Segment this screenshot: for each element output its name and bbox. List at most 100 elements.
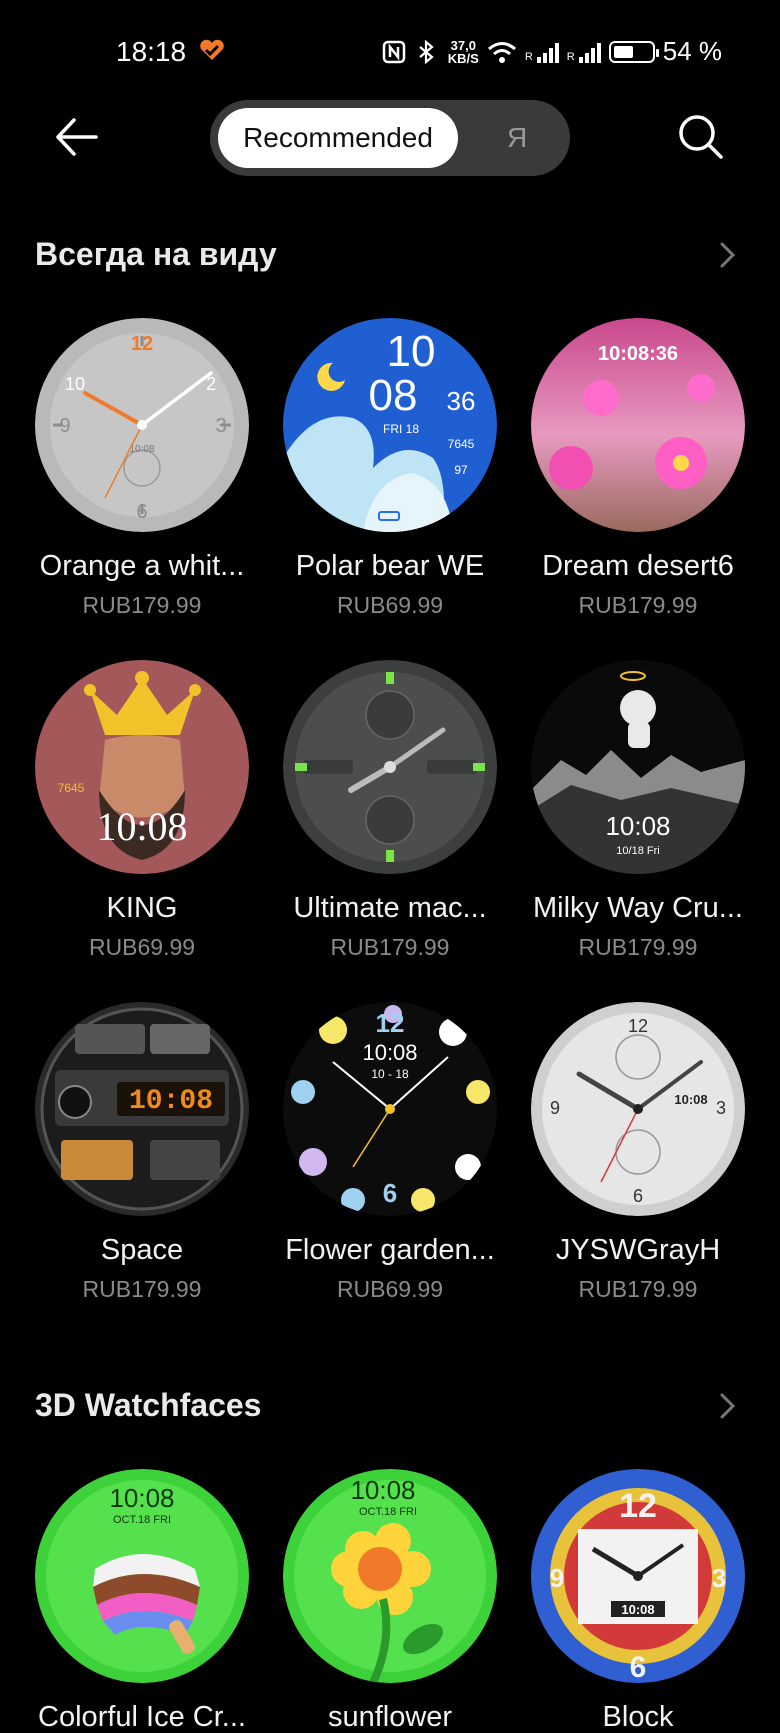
watchface-card[interactable]: 10:08 Space RUB179.99 bbox=[18, 1002, 266, 1302]
svg-text:3: 3 bbox=[215, 415, 226, 437]
health-heart-icon bbox=[200, 39, 224, 60]
watchface-price: RUB179.99 bbox=[82, 1276, 202, 1302]
watchface-preview[interactable]: 10:08 bbox=[35, 1002, 249, 1216]
section-title: Всегда на виду bbox=[35, 236, 277, 272]
polar-second: 36 bbox=[447, 386, 476, 416]
flower-time: 10:08 bbox=[362, 1040, 417, 1065]
polar-hour: 10 bbox=[387, 327, 436, 376]
milky-date: 10/18 Fri bbox=[616, 845, 659, 857]
svg-text:9: 9 bbox=[59, 415, 70, 437]
battery-percent: 54 % bbox=[662, 36, 722, 66]
svg-text:9: 9 bbox=[550, 1098, 560, 1118]
watchface-card[interactable]: 10:08 10/18 Fri Milky Way Cru... RUB179.… bbox=[514, 660, 762, 960]
watchface-card[interactable]: 12 6 9 3 10:08 Block bbox=[514, 1469, 762, 1733]
watchface-card[interactable]: 10:08:36 Dream desert6 RUB179.99 bbox=[514, 318, 762, 618]
watchface-price: RUB179.99 bbox=[578, 1276, 698, 1302]
watchface-name: Colorful Ice Cr... bbox=[38, 1701, 246, 1733]
watchface-preview[interactable]: 12 6 9 3 10:08 bbox=[531, 1002, 745, 1216]
watchface-preview[interactable]: 10:08 OCT.18 FRI bbox=[283, 1469, 497, 1683]
watchface-card[interactable]: 10 08 36 FRI 18 7645 97 Polar bear WE RU… bbox=[266, 318, 514, 618]
signal-icon-2: R bbox=[567, 41, 601, 63]
watchface-price: RUB69.99 bbox=[88, 934, 196, 960]
bluetooth-icon bbox=[419, 39, 434, 64]
king-time: 10:08 bbox=[96, 804, 187, 849]
watchface-price: RUB179.99 bbox=[578, 934, 698, 960]
watchface-card[interactable]: 12 10:08 10 - 18 6 Flower garden... RUB6… bbox=[266, 1002, 514, 1302]
polar-steps: 7645 bbox=[448, 437, 475, 451]
watchface-card[interactable]: 10:08 OCT.18 FRI Colorful Ice Cr... bbox=[18, 1469, 266, 1733]
watchface-preview[interactable]: 10:08 OCT.18 FRI bbox=[35, 1469, 249, 1683]
tab-recommended[interactable]: Recommended bbox=[218, 108, 458, 168]
ice-date: OCT.18 FRI bbox=[113, 1514, 171, 1526]
watchface-price: RUB179.99 bbox=[82, 592, 202, 618]
svg-text:6: 6 bbox=[383, 1178, 397, 1208]
signal-label-2: R bbox=[566, 50, 575, 63]
svg-text:12: 12 bbox=[628, 1016, 648, 1036]
battery-icon bbox=[608, 40, 659, 63]
status-time: 18:18 bbox=[116, 36, 187, 67]
ice-time: 10:08 bbox=[109, 1483, 174, 1513]
watchface-preview[interactable]: 12 6 9 3 10:08 bbox=[531, 1469, 745, 1683]
net-speed-value: 37,0 bbox=[450, 37, 476, 53]
top-navigation: Recommended Я bbox=[0, 98, 780, 180]
watchface-name: Dream desert6 bbox=[542, 550, 734, 582]
sun-time: 10:08 bbox=[350, 1475, 415, 1505]
watchface-preview[interactable]: 12 10:08 10 - 18 6 bbox=[283, 1002, 497, 1216]
chevron-right-icon[interactable] bbox=[714, 1391, 740, 1421]
section-title: 3D Watchfaces bbox=[35, 1387, 262, 1423]
watchface-preview[interactable]: 12 6 9 3 10 2 10:08 bbox=[35, 318, 249, 532]
block-time: 10:08 bbox=[621, 1602, 654, 1617]
svg-text:10:08: 10:08 bbox=[129, 444, 154, 455]
svg-text:6: 6 bbox=[136, 501, 147, 523]
status-icons: 37,0 KB/S R R 54 % bbox=[382, 36, 722, 67]
nfc-icon bbox=[382, 40, 406, 63]
flower-date: 10 - 18 bbox=[371, 1067, 409, 1081]
svg-text:3: 3 bbox=[716, 1098, 726, 1118]
sun-date: OCT.18 FRI bbox=[359, 1506, 417, 1518]
watchface-name: Milky Way Cru... bbox=[533, 892, 743, 924]
watchface-price: RUB179.99 bbox=[330, 934, 450, 960]
watchface-preview[interactable]: 10:08 7645 bbox=[35, 660, 249, 874]
king-steps: 7645 bbox=[58, 781, 85, 795]
watchface-preview[interactable] bbox=[283, 660, 497, 874]
milky-time: 10:08 bbox=[605, 811, 670, 841]
svg-text:6: 6 bbox=[633, 1186, 643, 1206]
watchface-price: RUB69.99 bbox=[336, 1276, 444, 1302]
watchface-name: Flower garden... bbox=[285, 1234, 495, 1266]
polar-minute: 08 bbox=[369, 371, 418, 420]
polar-hr: 97 bbox=[454, 463, 468, 477]
watchface-name: JYSWGrayH bbox=[555, 1234, 721, 1266]
net-speed-unit: KB/S bbox=[447, 50, 479, 66]
tab-switcher: Recommended Я bbox=[210, 100, 570, 176]
watchface-card[interactable]: 10:08 OCT.18 FRI sunflower bbox=[266, 1469, 514, 1733]
svg-text:12: 12 bbox=[619, 1487, 657, 1525]
watchface-name: Space bbox=[100, 1234, 184, 1266]
status-bar: 18:18 37,0 KB/S R R 54 % bbox=[0, 0, 780, 100]
watchface-preview[interactable]: 10:08 10/18 Fri bbox=[531, 660, 745, 874]
watchface-name: KING bbox=[106, 892, 178, 924]
svg-text:9: 9 bbox=[550, 1563, 564, 1593]
svg-text:12: 12 bbox=[376, 1008, 405, 1038]
space-time: 10:08 bbox=[129, 1086, 213, 1117]
watchface-name: Orange a whit... bbox=[39, 550, 245, 582]
watchface-name: Block bbox=[602, 1701, 674, 1733]
chevron-right-icon[interactable] bbox=[714, 240, 740, 270]
watchface-preview[interactable]: 10:08:36 bbox=[531, 318, 745, 532]
watchface-card[interactable]: Ultimate mac... RUB179.99 bbox=[266, 660, 514, 960]
svg-text:12: 12 bbox=[131, 333, 153, 355]
watchface-price: RUB179.99 bbox=[578, 592, 698, 618]
watchface-card[interactable]: 12 6 9 3 10 2 10:08 Orange a whit... RUB… bbox=[18, 318, 266, 618]
watchface-price: RUB69.99 bbox=[336, 592, 444, 618]
tab-me[interactable]: Я bbox=[465, 108, 565, 168]
watchface-preview[interactable]: 10 08 36 FRI 18 7645 97 bbox=[283, 318, 497, 532]
section-header-3d-watchfaces[interactable]: 3D Watchfaces bbox=[0, 1381, 780, 1431]
section-header-always-on[interactable]: Всегда на виду bbox=[0, 230, 780, 280]
watchface-grid-always-on: 12 6 9 3 10 2 10:08 Orange a whit... RUB… bbox=[0, 318, 780, 1302]
watchface-card[interactable]: 10:08 7645 KING RUB69.99 bbox=[18, 660, 266, 960]
svg-text:10: 10 bbox=[65, 374, 85, 394]
wifi-icon bbox=[487, 41, 516, 63]
watchface-card[interactable]: 12 6 9 3 10:08 JYSWGrayH RUB179.99 bbox=[514, 1002, 762, 1302]
back-arrow-icon[interactable] bbox=[52, 112, 102, 162]
watchface-name: sunflower bbox=[327, 1701, 453, 1733]
search-icon[interactable] bbox=[676, 112, 726, 162]
